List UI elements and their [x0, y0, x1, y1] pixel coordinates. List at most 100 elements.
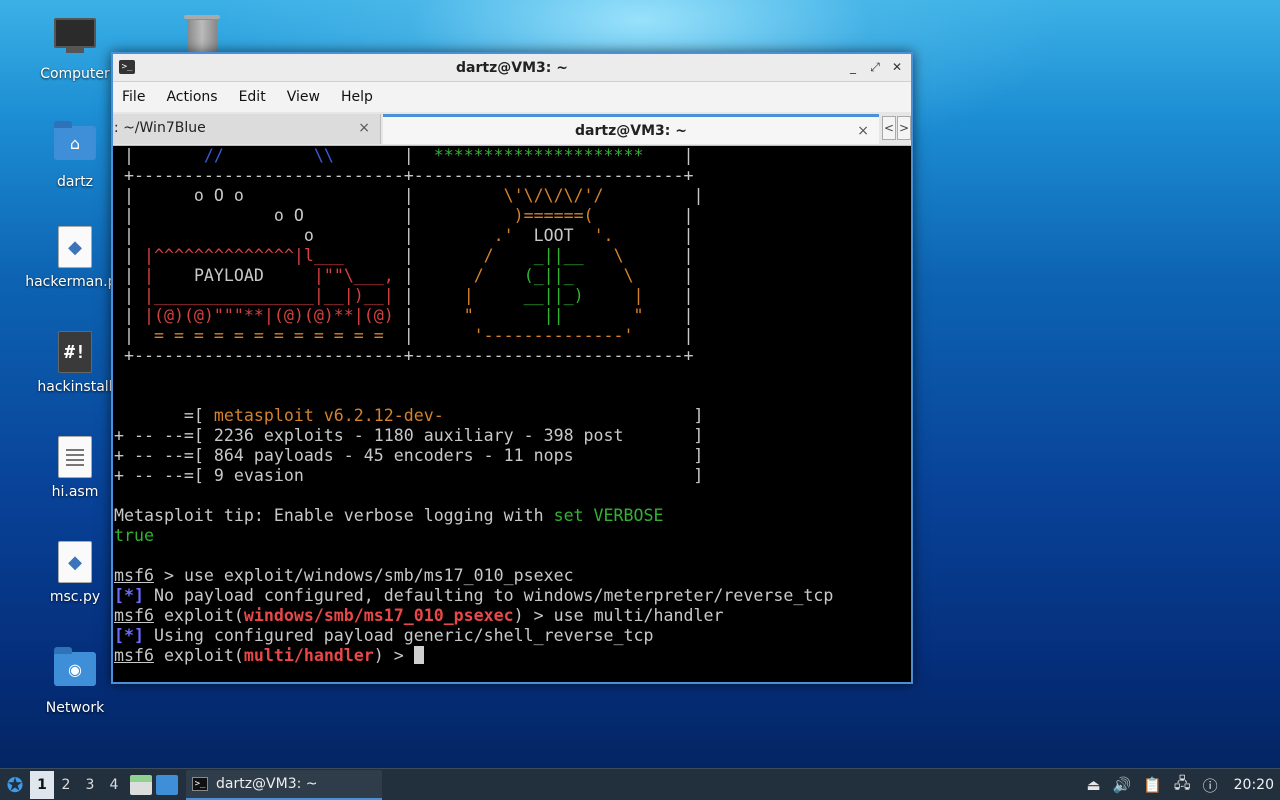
- terminal-text: (_||_: [523, 266, 574, 285]
- tab-win7blue[interactable]: 3: ~/Win7Blue ×: [113, 114, 381, 144]
- computer-icon: [52, 18, 98, 62]
- workspace-4[interactable]: 4: [102, 771, 126, 799]
- terminal-cursor: [413, 646, 424, 664]
- terminal-text: ]: [443, 406, 704, 425]
- workspace-2[interactable]: 2: [54, 771, 78, 799]
- terminal-text: +---------------------------+-----------…: [114, 346, 694, 365]
- menu-bar: File Actions Edit View Help: [113, 82, 911, 112]
- terminal-text: + -- --=[ 864 payloads - 45 encoders - 1…: [114, 446, 704, 465]
- tab-close-icon[interactable]: ×: [857, 117, 869, 145]
- desktop-icon-hi-asm[interactable]: hi.asm: [25, 436, 125, 500]
- start-menu-icon[interactable]: ✪: [0, 770, 30, 800]
- terminal-text: =[: [114, 406, 214, 425]
- terminal-line: +---------------------------+-----------…: [114, 346, 911, 366]
- terminal-text: __||_): [523, 286, 584, 305]
- terminal-text: ||: [543, 306, 564, 325]
- menu-actions[interactable]: Actions: [166, 89, 217, 105]
- update-notifier-icon[interactable]: ⓘ: [1203, 775, 1218, 796]
- terminal-line: Metasploit tip: Enable verbose logging w…: [114, 506, 911, 526]
- terminal-text: |""\___,: [313, 266, 394, 285]
- terminal-text: + -- --=[ 9 evasion ]: [114, 466, 704, 485]
- desktop-icon-hackinstall[interactable]: #! hackinstall: [25, 331, 125, 395]
- terminal-text: |: [393, 286, 464, 305]
- terminal-text: |: [623, 246, 694, 265]
- terminal-line: | o O | )======( |: [114, 206, 911, 226]
- terminal-text: \\: [313, 146, 334, 165]
- desktop-icon-label: hackinstall: [37, 379, 113, 395]
- terminal-line: =[ metasploit v6.2.12-dev- ]: [114, 406, 911, 426]
- menu-edit[interactable]: Edit: [239, 89, 266, 105]
- terminal-text: |^^^^^^^^^^^^^^|l___: [143, 246, 344, 265]
- tray-arrow-icon[interactable]: ⏏: [1086, 776, 1100, 794]
- terminal-line: | |________________|__|)__| | | __||_) |…: [114, 286, 911, 306]
- terminal-line: msf6 exploit(windows/smb/ms17_010_psexec…: [114, 606, 911, 626]
- network-status-icon[interactable]: 🖧: [1174, 773, 1191, 798]
- minimize-button[interactable]: _: [845, 59, 861, 75]
- desktop-icon-network[interactable]: ◉ Network: [25, 646, 125, 716]
- terminal-text: msf6: [114, 606, 154, 625]
- python-file-icon: ◆: [52, 226, 98, 270]
- workspace-3[interactable]: 3: [78, 771, 102, 799]
- terminal-text: Metasploit tip: Enable verbose logging w…: [114, 506, 554, 525]
- clipboard-icon[interactable]: 📋: [1143, 776, 1162, 794]
- terminal-text: exploit(: [153, 646, 244, 665]
- tab-label: dartz@VM3: ~: [575, 123, 687, 139]
- desktop-icon-dartz[interactable]: ⌂ dartz: [25, 120, 125, 190]
- tab-dartz[interactable]: dartz@VM3: ~ ×: [383, 114, 879, 144]
- volume-icon[interactable]: 🔊: [1113, 776, 1132, 794]
- terminal-text: |: [393, 266, 474, 285]
- terminal-text: metasploit v6.2.12-dev-: [213, 406, 444, 425]
- terminal-text: | o O |: [114, 206, 514, 225]
- tab-scroll-left-button[interactable]: <: [882, 116, 896, 140]
- python-file-icon: ◆: [52, 541, 98, 585]
- terminal-text: |: [643, 146, 694, 165]
- home-folder-icon: ⌂: [52, 121, 98, 170]
- tab-scroll-right-button[interactable]: >: [897, 116, 911, 140]
- desktop-icon-computer[interactable]: Computer: [25, 16, 125, 82]
- terminal-text: No payload configured, defaulting to win…: [143, 586, 834, 605]
- desktop-icon-hackerman[interactable]: ◆ hackerman.py: [25, 226, 125, 290]
- menu-file[interactable]: File: [122, 89, 145, 105]
- terminal-text: ) >: [373, 646, 414, 665]
- taskbar: ✪ 1 2 3 4 >_ dartz@VM3: ~ ⏏ 🔊 📋 🖧 ⓘ 20:2…: [0, 768, 1280, 800]
- show-desktop-icon[interactable]: [156, 774, 178, 795]
- clock[interactable]: 20:20: [1234, 777, 1274, 793]
- close-button[interactable]: ✕: [889, 59, 905, 75]
- terminal-text: |: [114, 246, 144, 265]
- terminal-line: msf6 exploit(multi/handler) >: [114, 646, 911, 666]
- file-manager-launcher-icon[interactable]: [130, 774, 152, 795]
- tab-close-icon[interactable]: ×: [358, 114, 370, 142]
- terminal-line: msf6 > use exploit/windows/smb/ms17_010_…: [114, 566, 911, 586]
- terminal-window[interactable]: >_ dartz@VM3: ~ _ ⤢ ✕ File Actions Edit …: [111, 52, 913, 684]
- window-titlebar[interactable]: >_ dartz@VM3: ~ _ ⤢ ✕: [113, 54, 911, 82]
- terminal-text: | o |: [114, 226, 494, 245]
- terminal-text: multi/handler: [243, 646, 374, 665]
- workspace-1[interactable]: 1: [30, 770, 54, 799]
- terminal-line: +---------------------------+-----------…: [114, 166, 911, 186]
- terminal-text: |: [383, 326, 474, 345]
- terminal-line: + -- --=[ 864 payloads - 45 encoders - 1…: [114, 446, 911, 466]
- terminal-text: ) > use multi/handler: [513, 606, 724, 625]
- desktop-icon-label: hackerman.py: [25, 274, 125, 290]
- terminal-text: PAYLOAD: [153, 266, 314, 285]
- terminal-text: .': [493, 226, 514, 245]
- terminal-text: |: [603, 186, 704, 205]
- menu-help[interactable]: Help: [341, 89, 373, 105]
- terminal-output[interactable]: | // \\ | ********************* | +-----…: [113, 146, 911, 682]
- terminal-line: + -- --=[ 2236 exploits - 1180 auxiliary…: [114, 426, 911, 446]
- terminal-text: |: [333, 146, 434, 165]
- desktop-icon-msc-py[interactable]: ◆ msc.py: [25, 541, 125, 605]
- maximize-button[interactable]: ⤢: [867, 59, 883, 75]
- menu-view[interactable]: View: [287, 89, 320, 105]
- taskbar-task-terminal[interactable]: >_ dartz@VM3: ~: [186, 769, 382, 800]
- terminal-text: [*]: [114, 586, 144, 605]
- terminal-line: | // \\ | ********************* |: [114, 146, 911, 166]
- terminal-line: true: [114, 526, 911, 546]
- terminal-text: )======(: [513, 206, 594, 225]
- terminal-text: |: [643, 306, 694, 325]
